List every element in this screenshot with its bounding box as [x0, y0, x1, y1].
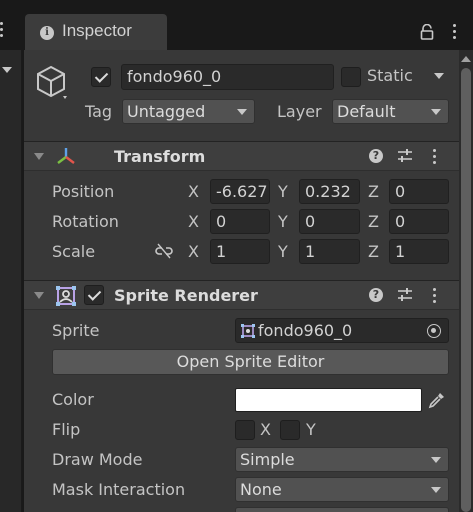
mask-interaction-label: Mask Interaction [52, 480, 186, 499]
flip-y-label: Y [306, 420, 316, 439]
sprite-renderer-enabled-checkbox[interactable] [84, 285, 104, 305]
preset-sliders-icon[interactable] [397, 148, 413, 164]
tab-title: Inspector [62, 21, 132, 40]
help-icon[interactable]: ? [369, 288, 383, 302]
mask-interaction-value: None [240, 480, 282, 499]
adjacent-panel [0, 0, 24, 512]
position-x-axis[interactable]: X [188, 182, 199, 201]
lock-icon[interactable] [420, 24, 434, 40]
rotation-z-input[interactable]: 0 [389, 209, 449, 234]
scale-x-input[interactable]: 1 [210, 239, 270, 264]
gameobject-active-checkbox[interactable] [91, 67, 111, 87]
layer-label: Layer [277, 102, 322, 121]
transform-title: Transform [114, 147, 206, 166]
rotation-z-axis[interactable]: Z [368, 212, 379, 231]
scale-y-axis[interactable]: Y [278, 242, 288, 261]
layer-value: Default [337, 102, 396, 121]
adjacent-panel-dropdown-icon[interactable] [2, 67, 12, 73]
next-field-partial [235, 507, 449, 512]
transform-foldout-icon[interactable] [34, 153, 44, 160]
position-z-input[interactable]: 0 [389, 179, 449, 204]
sprite-asset-icon [241, 324, 255, 338]
tag-value: Untagged [127, 102, 206, 121]
adjacent-panel-kebab-icon[interactable] [0, 22, 4, 37]
flip-label: Flip [52, 420, 81, 439]
preset-sliders-icon[interactable] [397, 287, 413, 303]
flip-x-label: X [260, 420, 271, 439]
scroll-up-icon[interactable] [461, 56, 471, 62]
position-z-axis[interactable]: Z [368, 182, 379, 201]
draw-mode-label: Draw Mode [52, 450, 143, 469]
scale-z-axis[interactable]: Z [368, 242, 379, 261]
static-dropdown-arrow-icon[interactable] [434, 73, 444, 79]
tab-menu-kebab-icon[interactable] [453, 24, 457, 42]
mask-interaction-dropdown[interactable]: None [235, 477, 449, 502]
sprite-label: Sprite [52, 321, 100, 340]
scrollbar-thumb[interactable] [461, 68, 471, 512]
link-broken-icon[interactable] [154, 243, 174, 259]
draw-mode-value: Simple [240, 450, 295, 469]
info-icon: i [40, 26, 54, 40]
scale-z-input[interactable]: 1 [389, 239, 449, 264]
tag-label: Tag [85, 102, 113, 121]
cube-icon [37, 65, 67, 99]
flip-x-checkbox[interactable] [235, 420, 255, 440]
static-checkbox[interactable] [341, 67, 361, 87]
gameobject-name-input[interactable]: fondo960_0 [121, 64, 334, 90]
transform-header[interactable] [24, 141, 459, 171]
rotation-y-axis[interactable]: Y [278, 212, 288, 231]
rotation-x-input[interactable]: 0 [210, 209, 270, 234]
chevron-down-icon [237, 109, 247, 115]
sprite-value: fondo960_0 [258, 321, 353, 340]
transform-menu-kebab-icon[interactable] [433, 149, 437, 167]
color-label: Color [52, 390, 94, 409]
flip-y-checkbox[interactable] [280, 420, 300, 440]
position-x-input[interactable]: -6.627 [210, 179, 270, 204]
position-y-axis[interactable]: Y [278, 182, 288, 201]
chevron-down-icon [431, 457, 441, 463]
scale-y-input[interactable]: 1 [299, 239, 360, 264]
transform-axes-icon [57, 148, 75, 164]
rotation-x-axis[interactable]: X [188, 212, 199, 231]
eyedropper-icon[interactable] [428, 391, 446, 409]
rotation-y-input[interactable]: 0 [299, 209, 360, 234]
color-swatch[interactable] [235, 388, 422, 412]
position-y-input[interactable]: 0.232 [299, 179, 360, 204]
sprite-object-field[interactable]: fondo960_0 [235, 318, 449, 343]
sprite-renderer-menu-kebab-icon[interactable] [433, 288, 437, 306]
sprite-renderer-foldout-icon[interactable] [34, 292, 44, 299]
static-label: Static [367, 66, 413, 85]
sprite-renderer-title: Sprite Renderer [114, 286, 258, 305]
chevron-down-icon [431, 487, 441, 493]
scale-label: Scale [52, 242, 96, 261]
tag-dropdown[interactable]: Untagged [122, 99, 255, 124]
layer-dropdown[interactable]: Default [332, 99, 449, 124]
sprite-renderer-icon [56, 286, 76, 306]
object-picker-icon[interactable] [427, 324, 441, 338]
open-sprite-editor-label: Open Sprite Editor [176, 352, 325, 371]
help-icon[interactable]: ? [369, 149, 383, 163]
rotation-label: Rotation [52, 212, 119, 231]
chevron-down-icon [431, 109, 441, 115]
scale-x-axis[interactable]: X [188, 242, 199, 261]
draw-mode-dropdown[interactable]: Simple [235, 447, 449, 472]
open-sprite-editor-button[interactable]: Open Sprite Editor [52, 349, 449, 375]
position-label: Position [52, 182, 115, 201]
tab-inspector[interactable]: i Inspector [25, 14, 167, 50]
